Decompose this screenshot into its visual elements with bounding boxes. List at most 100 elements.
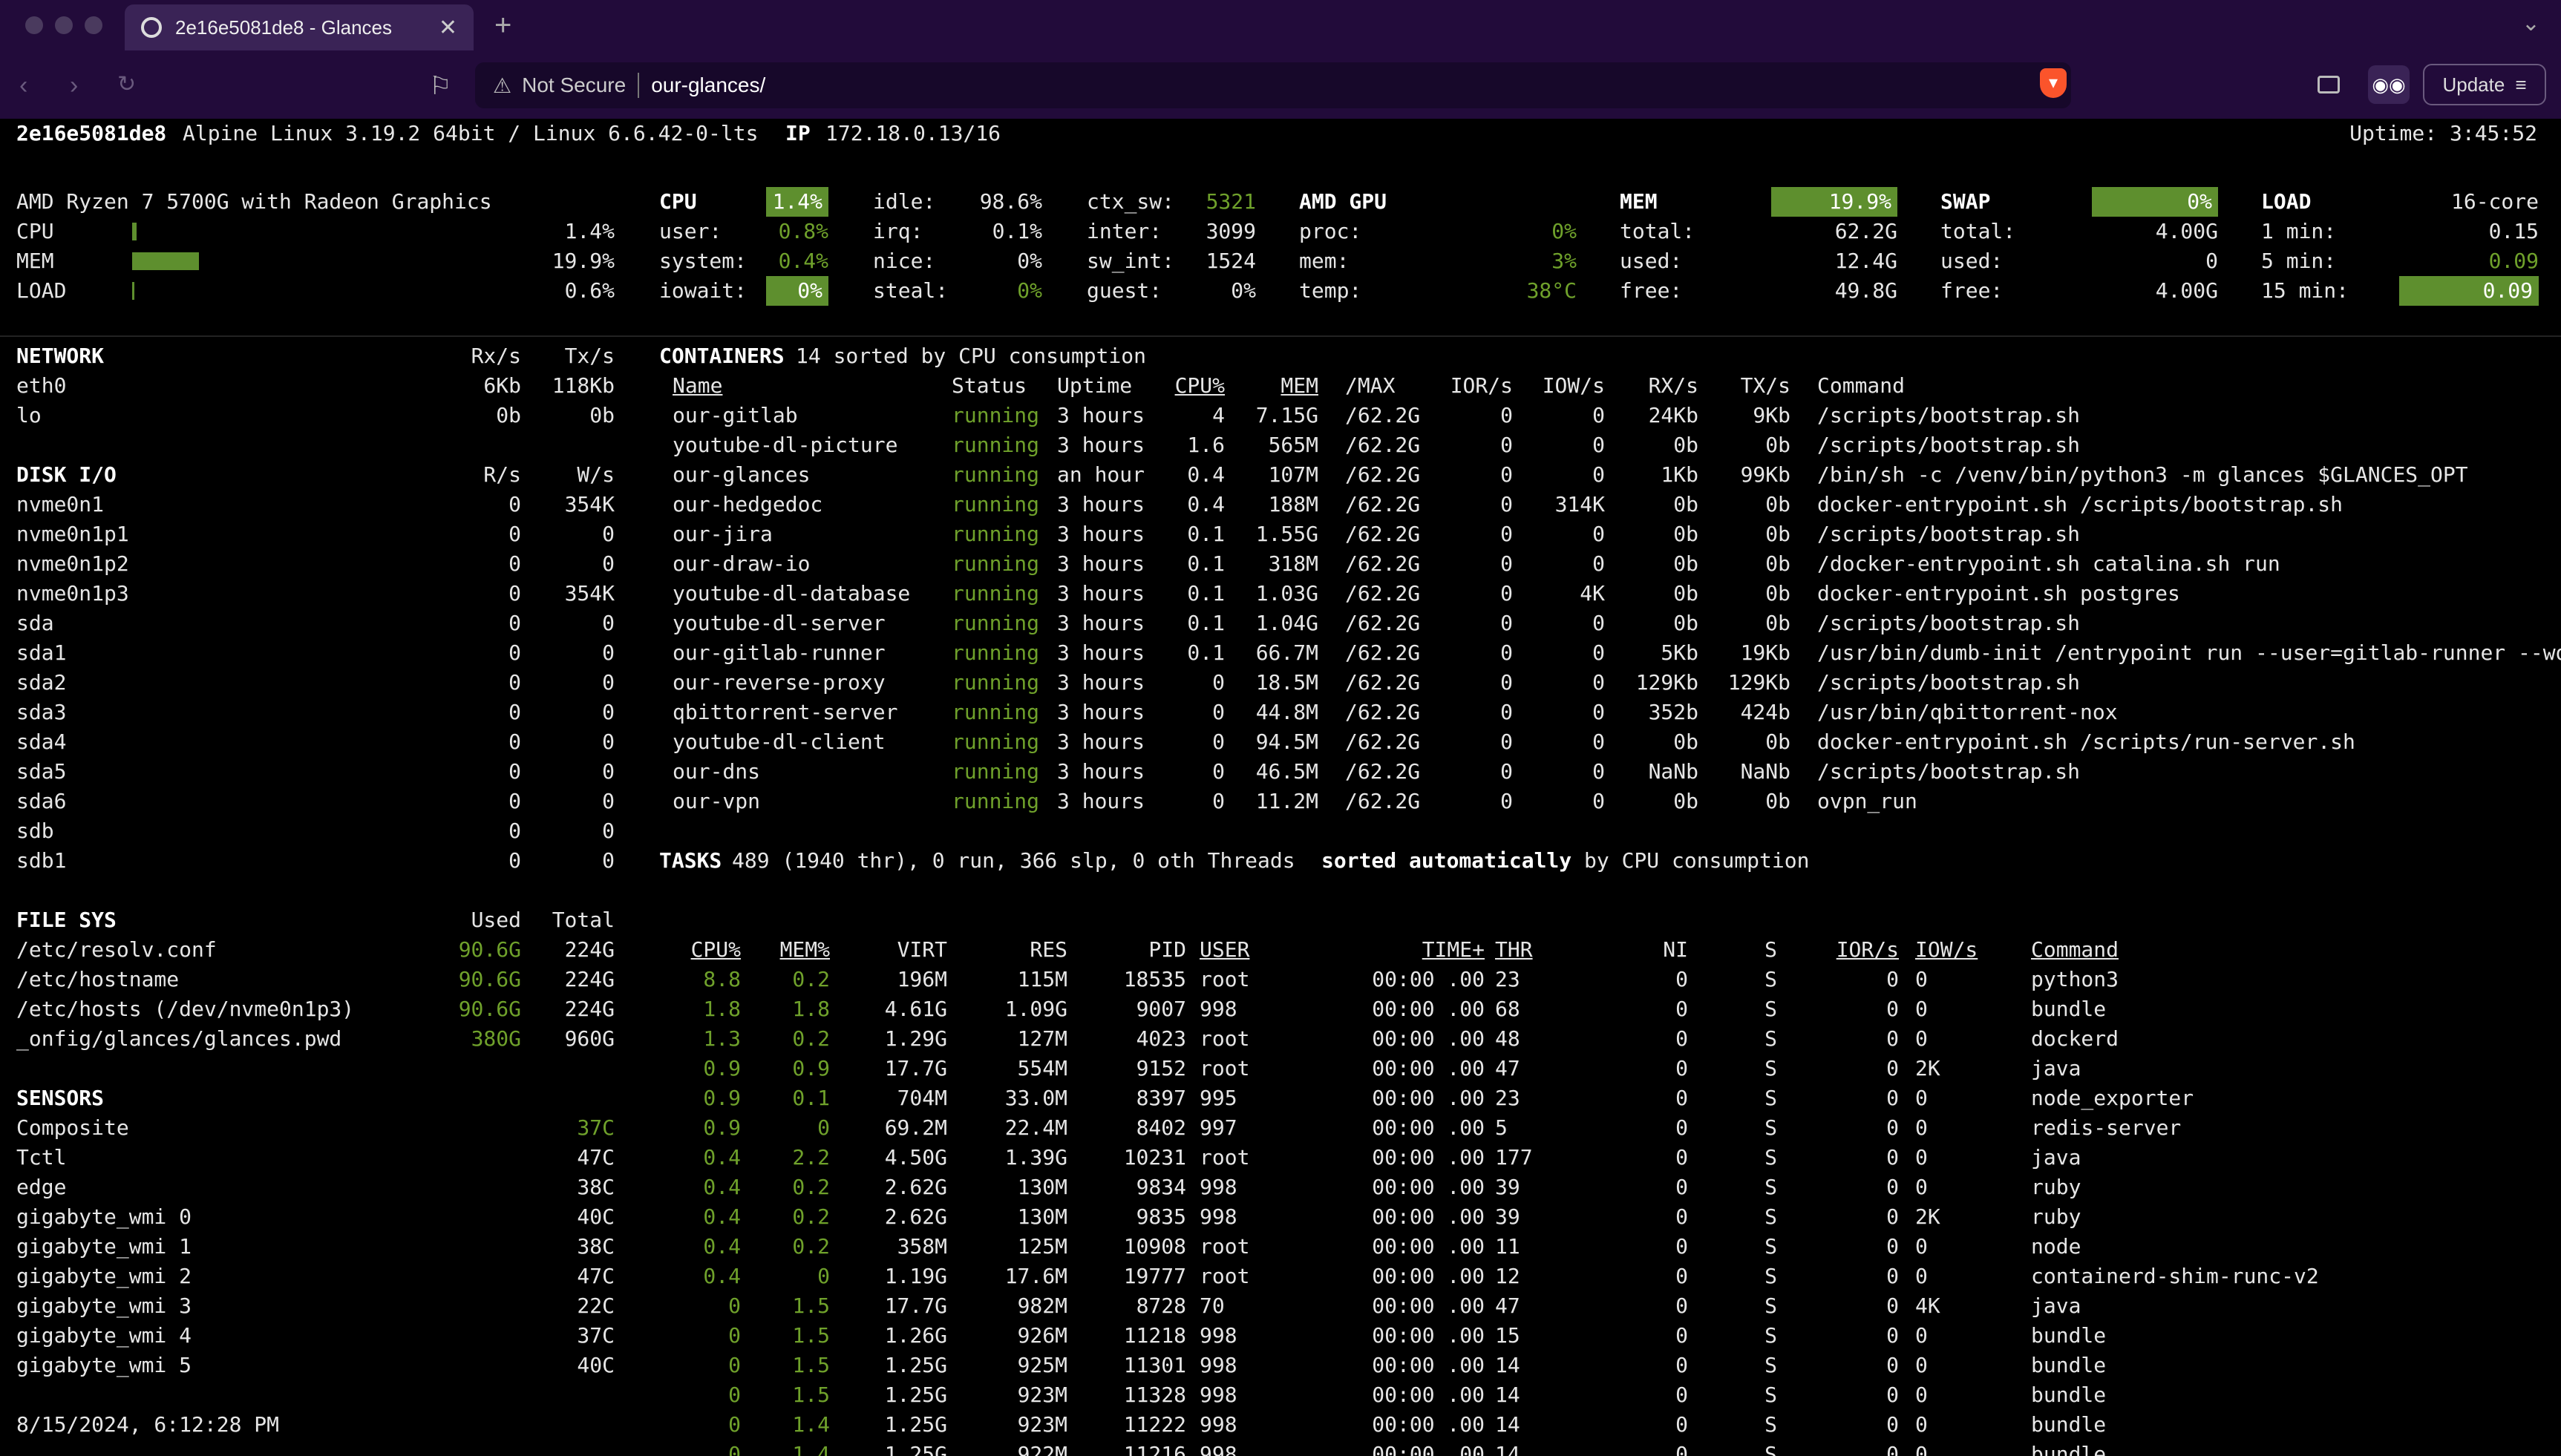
close-window-icon[interactable] <box>25 16 43 34</box>
container-col-name: our-draw-io <box>673 551 811 576</box>
container-col-command: /usr/bin/dumb-init /entrypoint run --use… <box>1817 640 2561 665</box>
sw-int-label: sw_int: <box>1087 249 1175 273</box>
process-header-col-s[interactable]: S <box>1764 935 1777 965</box>
new-tab-button[interactable]: + <box>494 9 511 42</box>
update-label: Update <box>2442 73 2505 96</box>
process-header-col-user[interactable]: USER <box>1200 935 1249 965</box>
process-col-time: 00:00 .00 <box>1372 1115 1485 1140</box>
process-col-user: 998 <box>1200 1353 1237 1377</box>
container-col-iow: 0 <box>1592 611 1605 635</box>
quicklook-value: 19.9% <box>552 249 615 273</box>
process-col-command: ruby <box>2031 1175 2081 1199</box>
process-col-thr: 68 <box>1495 997 1520 1021</box>
process-col-time: 00:00 .00 <box>1372 1234 1485 1259</box>
address-bar[interactable]: ⚠ Not Secure our-glances/ <box>475 62 2071 108</box>
container-col-ior: 0 <box>1500 492 1513 517</box>
container-col-rx: 1Kb <box>1661 462 1698 487</box>
container-col-uptime: 3 hours <box>1057 551 1145 576</box>
containers-header-col-uptime[interactable]: Uptime <box>1057 371 1132 401</box>
process-header-col-time[interactable]: TIME+ <box>1422 935 1485 965</box>
process-col-mem: 0.2 <box>792 1234 830 1259</box>
container-col-rx: 0b <box>1673 789 1698 813</box>
ctx-sw-label: ctx_sw: <box>1087 189 1175 214</box>
disk-write: 354K <box>564 492 615 517</box>
process-header-col-ni[interactable]: NI <box>1663 935 1688 965</box>
load-1min-label: 1 min: <box>2261 219 2337 243</box>
container-col-status: running <box>952 729 1040 754</box>
process-col-mem: 0 <box>817 1264 830 1288</box>
process-header-col-cpu[interactable]: CPU% <box>691 935 741 965</box>
container-col-tx: 424b <box>1740 700 1790 724</box>
process-header-col-pid[interactable]: PID <box>1148 935 1186 965</box>
private-glasses-icon[interactable]: ◉◉ <box>2368 65 2410 104</box>
process-col-thr: 14 <box>1495 1353 1520 1377</box>
process-col-cpu: 0.4 <box>703 1175 741 1199</box>
network-tx-header: Tx/s <box>564 344 615 368</box>
tasks-by: by CPU consumption <box>1584 848 1810 873</box>
container-col-tx: NaNb <box>1740 759 1790 784</box>
process-header-col-thr[interactable]: THR <box>1495 935 1533 965</box>
container-col-max: /62.2G <box>1345 522 1421 546</box>
process-col-cpu: 0 <box>728 1412 741 1437</box>
process-col-mem: 0.1 <box>792 1086 830 1110</box>
process-header-col-ior[interactable]: IOR/s <box>1836 935 1899 965</box>
process-col-s: S <box>1764 967 1777 991</box>
tab-bar: 2e16e5081de8 - Glances ✕ + ⌄ <box>0 0 2561 53</box>
process-header-col-command[interactable]: Command <box>2031 935 2119 965</box>
disk-name: nvme0n1p3 <box>16 581 129 606</box>
update-button[interactable]: Update ≡ <box>2423 64 2546 105</box>
process-col-cpu: 0.9 <box>703 1056 741 1080</box>
process-col-thr: 14 <box>1495 1442 1520 1456</box>
process-header-col-res[interactable]: RES <box>1030 935 1067 965</box>
tab-list-chevron-icon[interactable]: ⌄ <box>2522 10 2540 36</box>
process-header-col-virt[interactable]: VIRT <box>897 935 947 965</box>
process-header-col-mem[interactable]: MEM% <box>780 935 830 965</box>
bookmark-icon[interactable]: ⚐ <box>429 71 451 101</box>
container-col-iow: 314K <box>1554 492 1605 517</box>
containers-header-col-tx[interactable]: TX/s <box>1741 371 1790 401</box>
back-arrow-icon[interactable]: ‹ <box>19 71 27 100</box>
container-col-mem: 107M <box>1268 462 1318 487</box>
process-col-ior: 0 <box>1886 1442 1899 1456</box>
minimize-window-icon[interactable] <box>55 16 73 34</box>
process-col-command: node <box>2031 1234 2081 1259</box>
process-col-ior: 0 <box>1886 967 1899 991</box>
tab-close-icon[interactable]: ✕ <box>439 15 457 41</box>
container-col-cpu: 0.1 <box>1187 551 1225 576</box>
containers-header-col-rx[interactable]: RX/s <box>1649 371 1698 401</box>
containers-header-col-status[interactable]: Status <box>952 371 1027 401</box>
sidebar-toggle-icon[interactable] <box>2318 76 2340 94</box>
process-col-res: 130M <box>1017 1204 1067 1229</box>
process-col-iow: 2K <box>1915 1204 1940 1229</box>
process-col-s: S <box>1764 1383 1777 1407</box>
process-col-ior: 0 <box>1886 1353 1899 1377</box>
process-col-mem: 0 <box>817 1115 830 1140</box>
process-col-mem: 2.2 <box>792 1145 830 1170</box>
process-col-res: 982M <box>1017 1293 1067 1318</box>
containers-header-col-max[interactable]: /MAX <box>1345 371 1395 401</box>
process-col-cpu: 0 <box>728 1353 741 1377</box>
process-header-col-iow[interactable]: IOW/s <box>1915 935 1978 965</box>
process-col-pid: 9834 <box>1136 1175 1186 1199</box>
container-col-iow: 0 <box>1592 670 1605 695</box>
containers-header-col-cpu[interactable]: CPU% <box>1175 371 1225 401</box>
containers-header-col-name[interactable]: Name <box>673 371 722 401</box>
containers-header-col-command[interactable]: Command <box>1817 371 1905 401</box>
forward-arrow-icon[interactable]: › <box>70 71 78 100</box>
maximize-window-icon[interactable] <box>85 16 102 34</box>
active-tab[interactable]: 2e16e5081de8 - Glances ✕ <box>125 4 474 50</box>
process-col-s: S <box>1764 1412 1777 1437</box>
process-col-user: 998 <box>1200 1175 1237 1199</box>
container-col-rx: NaNb <box>1648 759 1698 784</box>
reload-icon[interactable]: ↻ <box>117 71 136 97</box>
filesys-mount: _onfig/glances/glances.pwd <box>16 1026 342 1051</box>
containers-header-col-iow[interactable]: IOW/s <box>1543 371 1605 401</box>
containers-header-col-ior[interactable]: IOR/s <box>1450 371 1513 401</box>
brave-shields-icon[interactable]: ▾ <box>2040 68 2067 98</box>
container-col-mem: 1.04G <box>1255 611 1318 635</box>
disk-write: 0 <box>602 759 615 784</box>
container-col-ior: 0 <box>1500 611 1513 635</box>
process-col-iow: 0 <box>1915 1442 1928 1456</box>
process-col-pid: 11222 <box>1123 1412 1186 1437</box>
containers-header-col-mem[interactable]: MEM <box>1280 371 1318 401</box>
